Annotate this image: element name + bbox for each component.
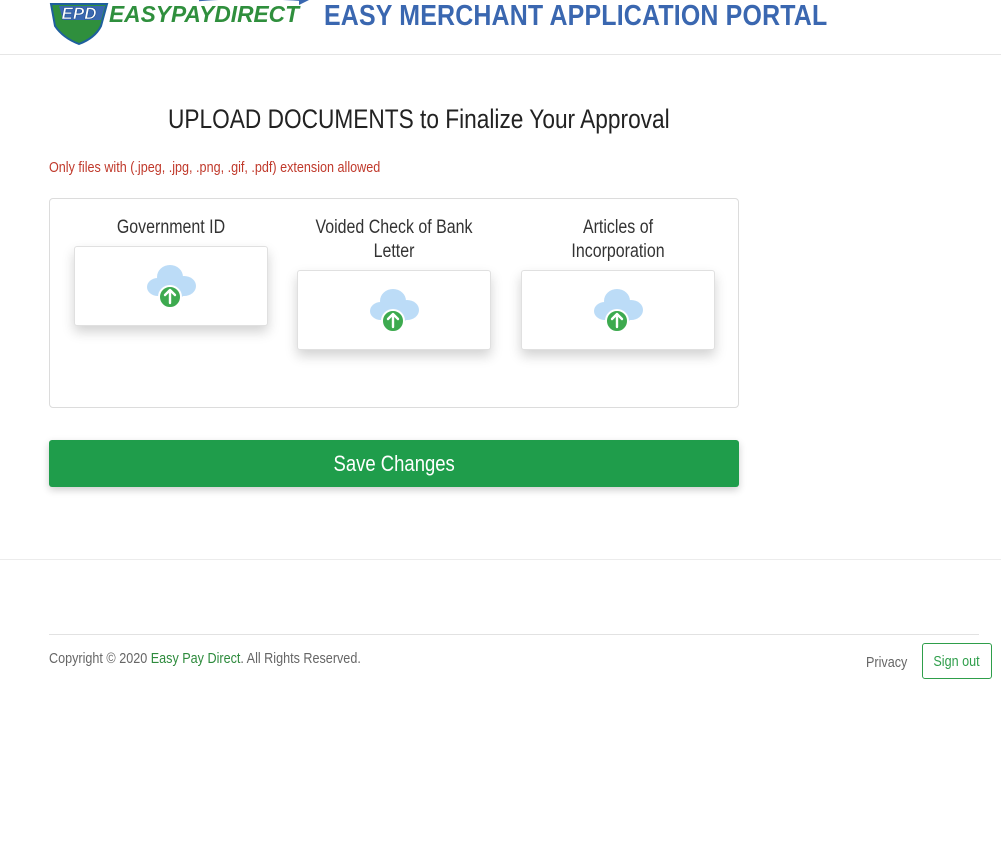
- sign-out-button[interactable]: Sign out: [922, 643, 992, 679]
- upload-slot-label: Articles of Incorporation: [571, 217, 665, 262]
- portal-title: EASY MERCHANT APPLICATION PORTAL: [324, 0, 828, 32]
- cloud-upload-icon: [147, 265, 196, 309]
- government-id-dropzone[interactable]: [74, 246, 268, 326]
- upload-slot-articles-of-incorporation: Articles of Incorporation: [521, 199, 715, 350]
- cloud-upload-icon: [370, 289, 419, 333]
- content-divider: [0, 559, 1001, 560]
- voided-check-dropzone[interactable]: [297, 270, 491, 350]
- svg-text:EPD: EPD: [62, 4, 97, 23]
- copyright-prefix: Copyright © 2020: [49, 650, 151, 667]
- allowed-extensions-notice: Only files with (.jpeg, .jpg, .png, .gif…: [49, 159, 381, 176]
- cloud-upload-icon: [594, 289, 643, 333]
- upload-slot-voided-check: Voided Check of Bank Letter: [297, 199, 491, 350]
- company-link[interactable]: Easy Pay Direct: [151, 650, 241, 667]
- copyright-suffix: . All Rights Reserved.: [240, 650, 361, 667]
- articles-of-incorporation-dropzone[interactable]: [521, 270, 715, 350]
- easypaydirect-logo[interactable]: EPD EASYPAYDIRECT: [49, 0, 311, 46]
- upload-slot-label: Government ID: [116, 217, 226, 238]
- page-title: UPLOAD DOCUMENTS to Finalize Your Approv…: [168, 104, 670, 134]
- copyright-text: Copyright © 2020 Easy Pay Direct. All Ri…: [49, 650, 361, 667]
- sign-out-label: Sign out: [933, 652, 981, 670]
- save-changes-label: Save Changes: [333, 450, 455, 476]
- privacy-link[interactable]: Privacy: [866, 654, 907, 671]
- site-header: EPD EASYPAYDIRECT EASY MERCHANT APPLICAT…: [0, 0, 1001, 55]
- svg-text:EASYPAYDIRECT: EASYPAYDIRECT: [109, 1, 301, 27]
- save-changes-button[interactable]: Save Changes: [49, 440, 739, 487]
- upload-panel: Government ID Voided Check of Bank Lette…: [49, 198, 739, 408]
- footer-divider: [49, 634, 979, 635]
- upload-slot-government-id: Government ID: [74, 199, 268, 326]
- upload-slot-label: Voided Check of Bank Letter: [315, 217, 473, 262]
